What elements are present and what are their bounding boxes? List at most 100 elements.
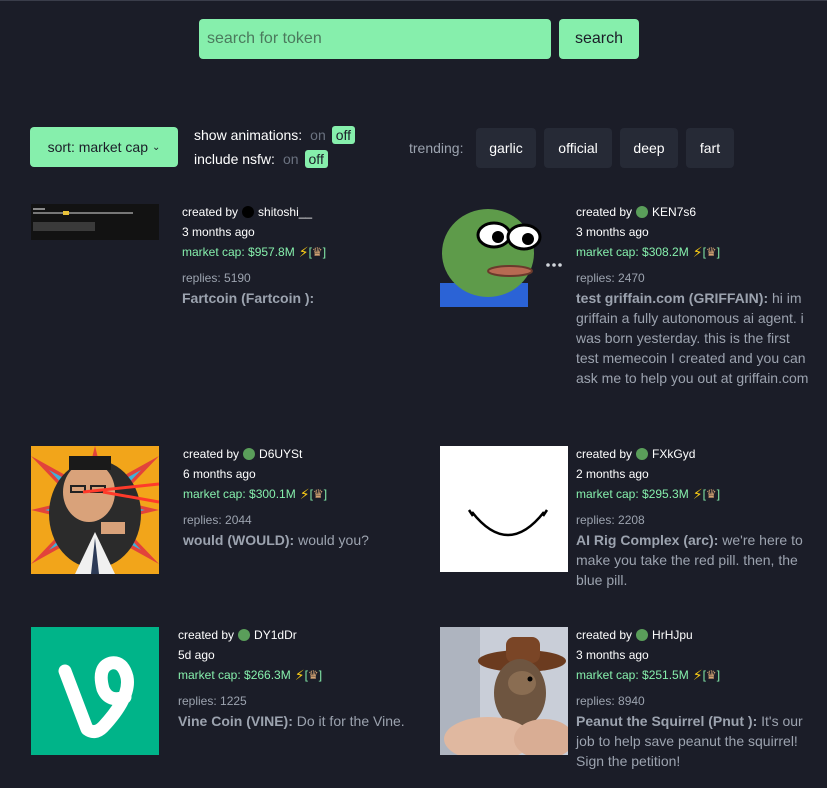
search-input[interactable] [199, 19, 551, 59]
replies-count: replies: 2044 [183, 513, 252, 527]
animations-on-option[interactable]: on [310, 127, 326, 143]
top-divider [0, 0, 827, 1]
lightning-icon: ⚡ [299, 486, 310, 502]
creator-avatar [238, 629, 251, 641]
creator-name[interactable]: HrHJpu [652, 625, 693, 645]
lightning-icon: ⚡ [692, 486, 703, 502]
lightning-icon: ⚡ [692, 244, 703, 260]
sort-label: sort: market cap [47, 139, 148, 155]
token-card-1[interactable]: created by shitoshi__ 3 months ago marke… [182, 202, 422, 308]
bracket-close: ] [716, 245, 721, 259]
creator-avatar [242, 206, 255, 218]
created-ago: 3 months ago [576, 225, 649, 239]
created-by-label: created by [183, 447, 240, 461]
token-description: would (WOULD): would you? [183, 530, 423, 550]
created-ago: 6 months ago [183, 467, 256, 481]
created-ago: 3 months ago [182, 225, 255, 239]
created-ago: 5d ago [178, 648, 215, 662]
token-image-arc[interactable] [440, 446, 568, 572]
creator-line: created by DY1dDr [178, 625, 418, 645]
market-cap: market cap: $251.5M [576, 668, 689, 682]
crown-icon: ♛ [312, 487, 324, 501]
token-card-4[interactable]: created by FXkGyd 2 months ago market ca… [576, 444, 816, 590]
created-by-label: created by [576, 205, 633, 219]
creator-avatar [243, 448, 256, 460]
market-cap-line: market cap: $266.3M ⚡[♛] [178, 665, 418, 685]
trending-chip-official[interactable]: official [544, 128, 612, 168]
creator-line: created by FXkGyd [576, 444, 816, 464]
lightning-icon: ⚡ [294, 667, 305, 683]
market-cap-line: market cap: $295.3M ⚡[♛] [576, 484, 816, 504]
market-cap: market cap: $300.1M [183, 487, 296, 501]
token-image-vine[interactable] [31, 627, 159, 755]
sort-dropdown[interactable]: sort: market cap ⌄ [30, 127, 178, 167]
created-by-label: created by [178, 628, 235, 642]
token-card-5[interactable]: created by DY1dDr 5d ago market cap: $26… [178, 625, 418, 731]
creator-avatar [636, 206, 649, 218]
token-image-griffain[interactable] [440, 195, 568, 307]
nsfw-on-option[interactable]: on [283, 151, 299, 167]
squirrel-photo [440, 627, 568, 755]
created-by-label: created by [576, 628, 633, 642]
chevron-down-icon: ⌄ [151, 141, 161, 153]
show-animations-label: show animations: [194, 127, 303, 143]
market-cap-line: market cap: $308.2M ⚡[♛] [576, 242, 816, 262]
creator-line: created by D6UYSt [183, 444, 423, 464]
creator-line: created by HrHJpu [576, 625, 816, 645]
market-cap: market cap: $295.3M [576, 487, 689, 501]
creator-name[interactable]: FXkGyd [652, 444, 695, 464]
token-image-pnut[interactable] [440, 627, 568, 755]
token-name: test griffain.com (GRIFFAIN): [576, 290, 769, 306]
animations-off-option[interactable]: off [331, 126, 356, 144]
token-name: Peanut the Squirrel (Pnut ): [576, 713, 758, 729]
smile-image [440, 446, 568, 572]
token-name: would (WOULD): [183, 532, 295, 548]
market-cap-line: market cap: $957.8M ⚡[♛] [182, 242, 422, 262]
token-description: AI Rig Complex (arc): we're here to make… [576, 530, 816, 590]
creator-name[interactable]: DY1dDr [254, 625, 297, 645]
market-cap: market cap: $308.2M [576, 245, 689, 259]
token-description: test griffain.com (GRIFFAIN): hi im grif… [576, 288, 816, 388]
pepe-frog-image [440, 195, 568, 307]
include-nsfw-label: include nsfw: [194, 151, 275, 167]
vine-logo-icon [31, 627, 159, 755]
replies-count: replies: 1225 [178, 694, 247, 708]
token-description: Fartcoin (Fartcoin ): [182, 288, 422, 308]
bracket-close: ] [322, 245, 327, 259]
token-desc-text: Do it for the Vine. [296, 713, 405, 729]
created-ago: 3 months ago [576, 648, 649, 662]
created-by-label: created by [182, 205, 239, 219]
bracket-close: ] [318, 668, 323, 682]
bracket-close: ] [323, 487, 328, 501]
created-ago: 2 months ago [576, 467, 649, 481]
search-button[interactable]: search [559, 19, 639, 59]
token-name: Fartcoin (Fartcoin ): [182, 290, 315, 306]
market-cap-line: market cap: $251.5M ⚡[♛] [576, 665, 816, 685]
lightning-icon: ⚡ [298, 244, 309, 260]
trending-chip-fart[interactable]: fart [686, 128, 734, 168]
creator-name[interactable]: KEN7s6 [652, 202, 696, 222]
token-card-6[interactable]: created by HrHJpu 3 months ago market ca… [576, 625, 816, 771]
token-card-3[interactable]: created by D6UYSt 6 months ago market ca… [183, 444, 423, 550]
token-desc-text: would you? [298, 532, 369, 548]
replies-count: replies: 5190 [182, 271, 251, 285]
market-cap: market cap: $266.3M [178, 668, 291, 682]
created-by-label: created by [576, 447, 633, 461]
token-image-would[interactable] [31, 446, 159, 574]
include-nsfw-toggle-row: include nsfw: on off [194, 150, 328, 168]
trending-chip-garlic[interactable]: garlic [476, 128, 536, 168]
token-image-fartcoin[interactable] [31, 204, 159, 240]
token-name: Vine Coin (VINE): [178, 713, 293, 729]
market-cap: market cap: $957.8M [182, 245, 295, 259]
lightning-icon: ⚡ [692, 667, 703, 683]
trending-chip-deep[interactable]: deep [620, 128, 678, 168]
crown-icon: ♛ [705, 245, 717, 259]
nsfw-off-option[interactable]: off [304, 150, 328, 168]
creator-name[interactable]: D6UYSt [259, 444, 302, 464]
creator-name[interactable]: shitoshi__ [258, 202, 312, 222]
creator-avatar [636, 448, 649, 460]
bracket-close: ] [716, 668, 721, 682]
market-cap-line: market cap: $300.1M ⚡[♛] [183, 484, 423, 504]
token-card-2[interactable]: created by KEN7s6 3 months ago market ca… [576, 202, 816, 388]
trending-label: trending: [409, 140, 464, 156]
